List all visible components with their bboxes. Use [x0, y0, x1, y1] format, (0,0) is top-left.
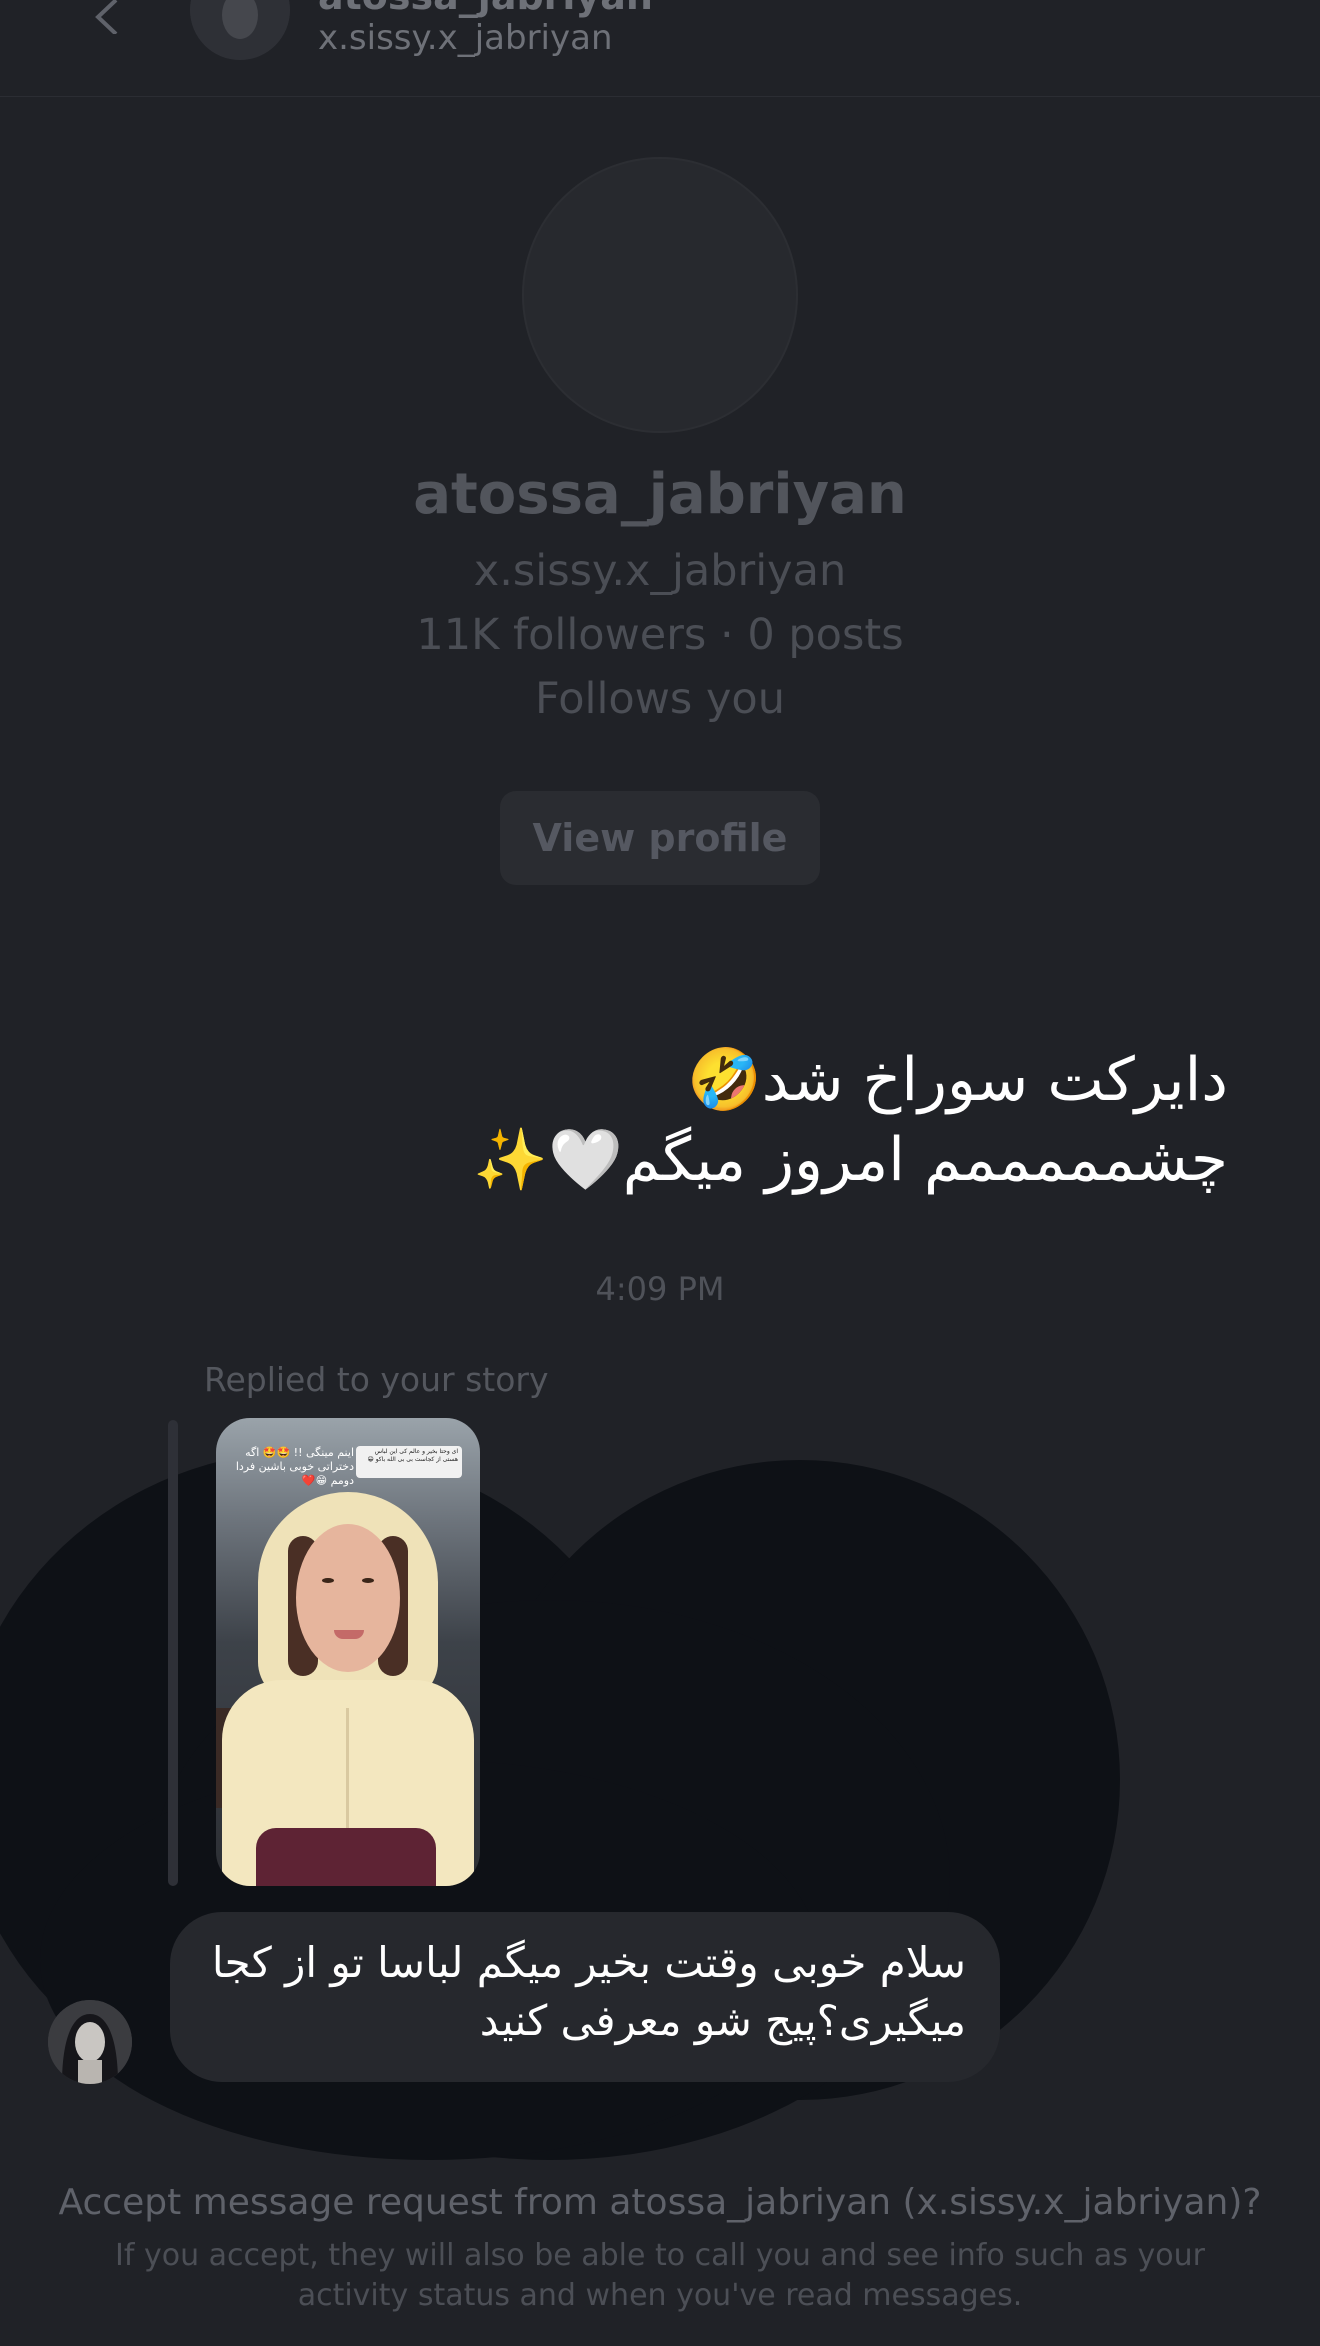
follows-you-label: Follows you: [535, 674, 785, 724]
header-username: x.sissy.x_jabriyan: [318, 18, 613, 58]
accept-request-body: If you accept, they will also be able to…: [115, 2238, 1205, 2313]
sent-message[interactable]: دایرکت سوراخ شد🤣 چشمممممم امروز میگم🤍✨: [428, 1040, 1228, 1200]
view-profile-button[interactable]: View profile: [500, 791, 820, 885]
profile-stats: 11K followers · 0 posts: [416, 610, 904, 660]
story-thumbnail[interactable]: اینم مینگی !! 🤩🤩 اگه دختراتی خوبی باشین …: [216, 1418, 480, 1886]
back-chevron-icon[interactable]: [90, 0, 124, 36]
story-overlay-text: اینم مینگی !! 🤩🤩 اگه دختراتی خوبی باشین …: [235, 1446, 354, 1487]
replied-to-story-label: Replied to your story: [204, 1360, 549, 1399]
reply-indicator-bar: [168, 1420, 178, 1886]
profile-name: atossa_jabriyan: [413, 462, 907, 527]
profile-username: x.sissy.x_jabriyan: [473, 546, 847, 596]
accept-request-title: Accept message request from atossa_jabri…: [58, 2182, 1262, 2223]
story-question-box: ای وحتا بخیر و عالم کی این لباس هستی از …: [356, 1446, 462, 1478]
received-message-text: سلام خوبی وقتت بخیر میگم لباسا تو از کجا…: [211, 1938, 966, 2045]
received-message-bubble[interactable]: سلام خوبی وقتت بخیر میگم لباسا تو از کجا…: [170, 1912, 1000, 2082]
header-name[interactable]: atossa_jabriyan: [318, 0, 653, 18]
story-photo-lips: [334, 1630, 364, 1639]
story-photo-eye: [362, 1578, 374, 1583]
story-photo-eye: [322, 1578, 334, 1583]
message-timestamp: 4:09 PM: [595, 1270, 725, 1308]
story-photo-skirt: [256, 1828, 436, 1886]
sender-avatar[interactable]: [48, 2000, 132, 2084]
profile-avatar[interactable]: [522, 157, 798, 433]
story-photo-face: [296, 1524, 400, 1672]
